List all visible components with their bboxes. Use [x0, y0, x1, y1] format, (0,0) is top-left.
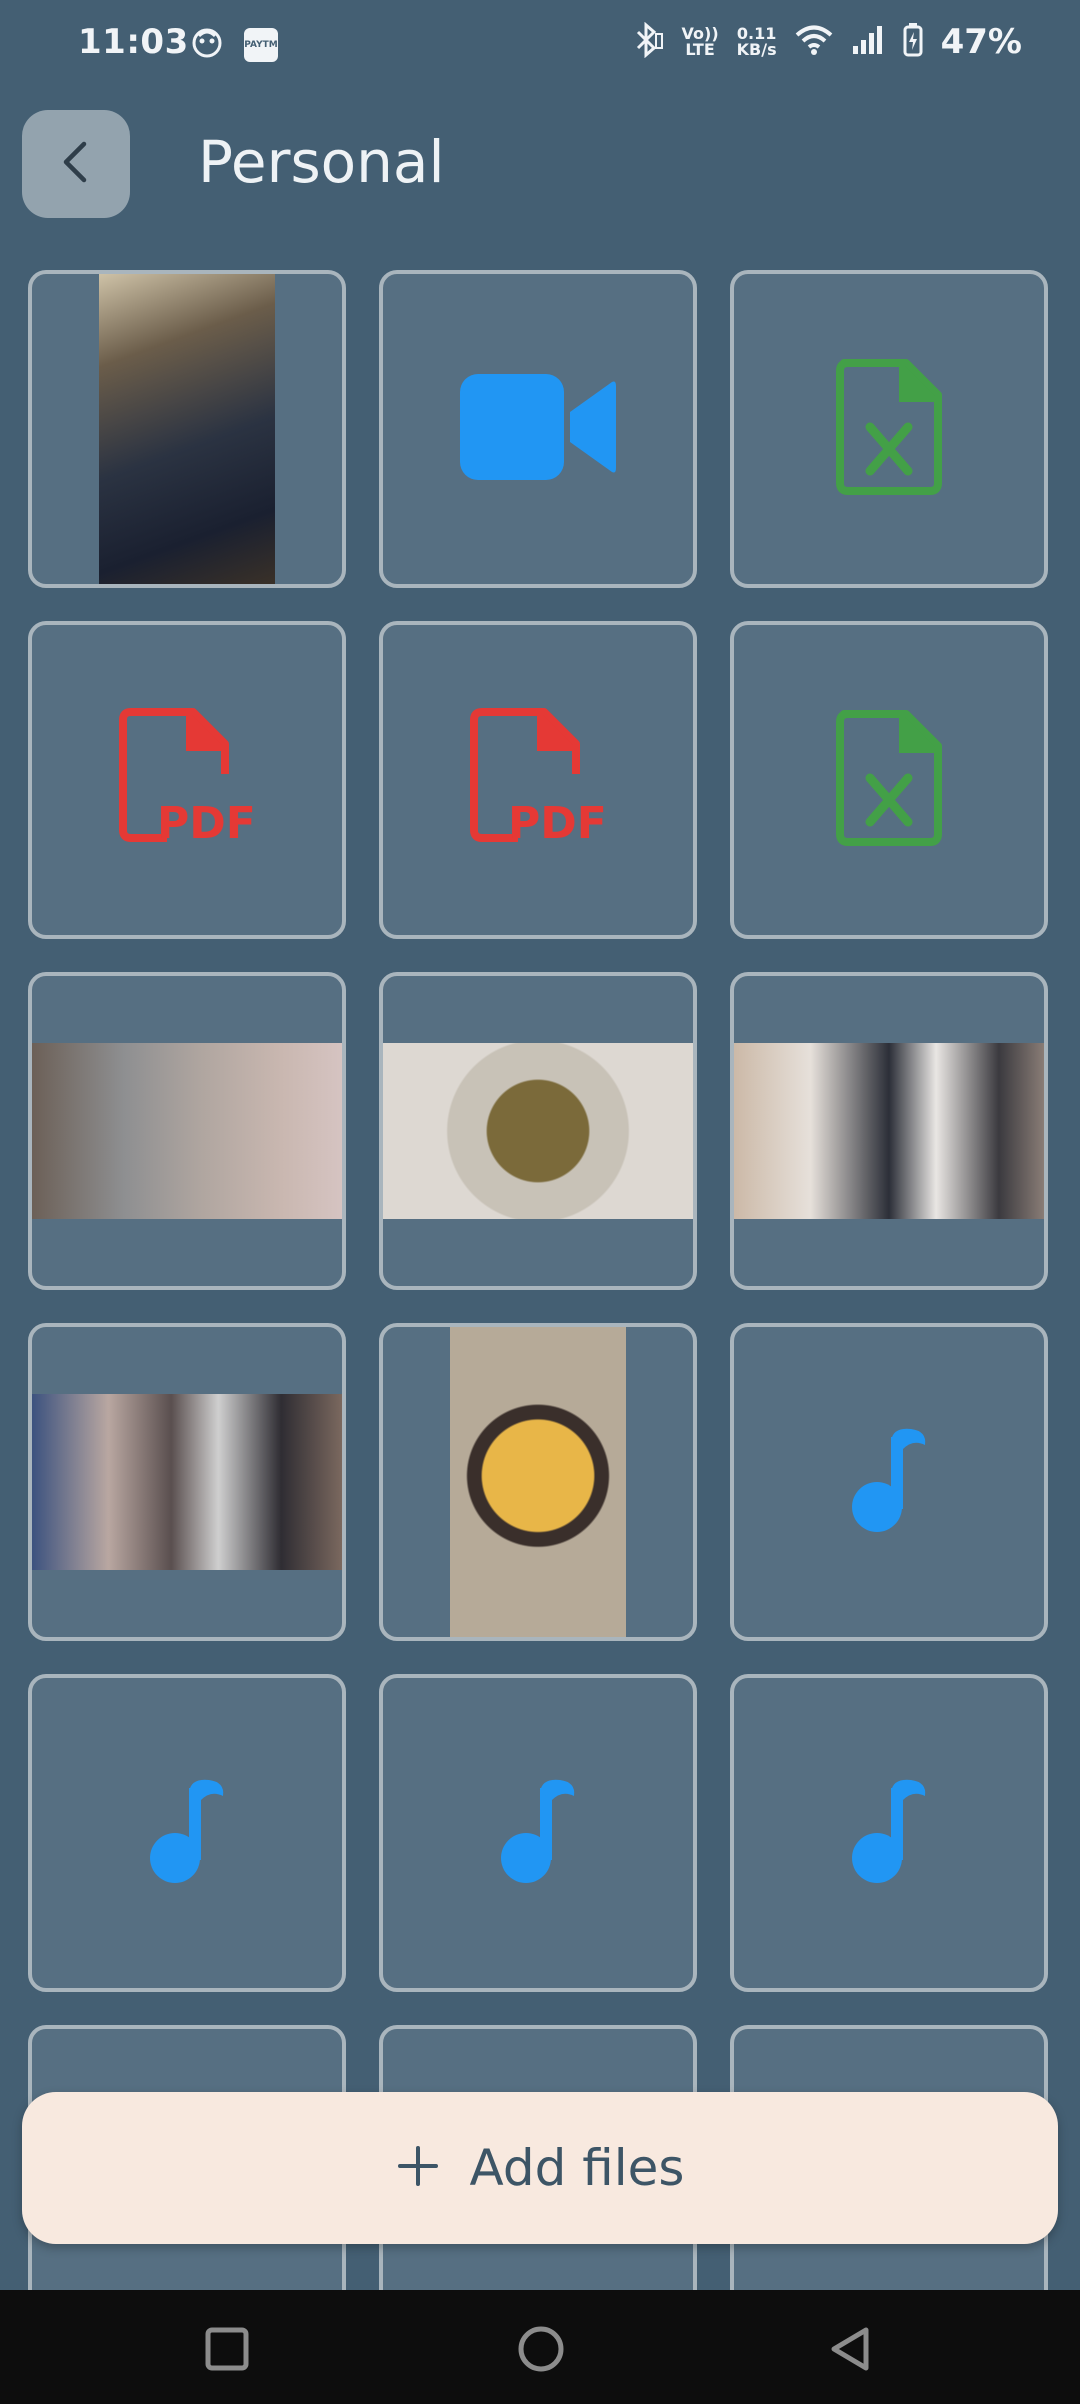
status-bar: 11:03 PAYTM Vo)) LTE 0.11 KB/s 47%	[0, 0, 1080, 90]
triangle-back-icon[interactable]	[826, 2324, 874, 2378]
video-camera-icon	[460, 374, 616, 484]
volte-bottom: LTE	[685, 40, 715, 59]
plus-icon	[396, 2144, 440, 2192]
excel-file-icon	[836, 710, 942, 850]
file-tile-audio[interactable]	[28, 1674, 346, 1992]
file-tile-pdf[interactable]: PDF	[379, 621, 697, 939]
photo-food-plate	[383, 1043, 693, 1219]
app-notification-icon	[190, 26, 224, 64]
file-tile-image[interactable]	[28, 270, 346, 588]
square-icon[interactable]	[204, 2326, 250, 2376]
chevron-left-icon	[56, 139, 96, 189]
add-files-label: Add files	[469, 2139, 685, 2197]
signal-icon	[851, 24, 885, 60]
back-button[interactable]	[22, 110, 130, 218]
battery-percent: 47%	[940, 22, 1022, 62]
status-time: 11:03	[78, 22, 189, 62]
status-right: Vo)) LTE 0.11 KB/s 47%	[630, 21, 1022, 62]
pdf-label: PDF	[157, 798, 256, 848]
notification-icons: PAYTM	[190, 26, 278, 64]
file-tile-audio[interactable]	[379, 1674, 697, 1992]
photo-pizza	[450, 1327, 626, 1637]
music-note-icon	[851, 1427, 927, 1537]
music-note-icon	[500, 1778, 576, 1888]
circle-icon[interactable]	[516, 2324, 566, 2378]
music-note-icon	[149, 1778, 225, 1888]
file-tile-image[interactable]	[28, 972, 346, 1290]
file-grid: PDF PDF	[28, 270, 1052, 2290]
network-speed: 0.11 KB/s	[737, 26, 777, 58]
photo-holi-group	[32, 1043, 342, 1219]
photo-desk-setup	[99, 274, 275, 584]
file-tile-image[interactable]	[379, 972, 697, 1290]
file-tile-audio[interactable]	[730, 1674, 1048, 1992]
file-tile-audio[interactable]	[730, 1323, 1048, 1641]
file-tile-image[interactable]	[379, 1323, 697, 1641]
volte-indicator: Vo)) LTE	[682, 26, 719, 58]
excel-file-icon	[836, 359, 942, 499]
photo-mall-group	[734, 1043, 1044, 1219]
file-tile-excel[interactable]	[730, 621, 1048, 939]
navigation-bar	[0, 2290, 1080, 2404]
file-tile-pdf[interactable]: PDF	[28, 621, 346, 939]
wifi-icon	[795, 24, 833, 60]
file-tile-excel[interactable]	[730, 270, 1048, 588]
music-note-icon	[851, 1778, 927, 1888]
file-tile-image[interactable]	[28, 1323, 346, 1641]
network-speed-unit: KB/s	[736, 40, 777, 59]
file-tile-video[interactable]	[379, 270, 697, 588]
paytm-icon: PAYTM	[244, 28, 278, 62]
pdf-file-icon: PDF	[117, 708, 257, 852]
bluetooth-icon	[630, 21, 664, 62]
battery-icon	[903, 23, 923, 61]
file-tile-image[interactable]	[730, 972, 1048, 1290]
page-title: Personal	[198, 128, 445, 196]
pdf-file-icon: PDF	[468, 708, 608, 852]
photo-cinema-group	[32, 1394, 342, 1570]
add-files-button[interactable]: Add files	[22, 2092, 1058, 2244]
pdf-label: PDF	[508, 798, 607, 848]
